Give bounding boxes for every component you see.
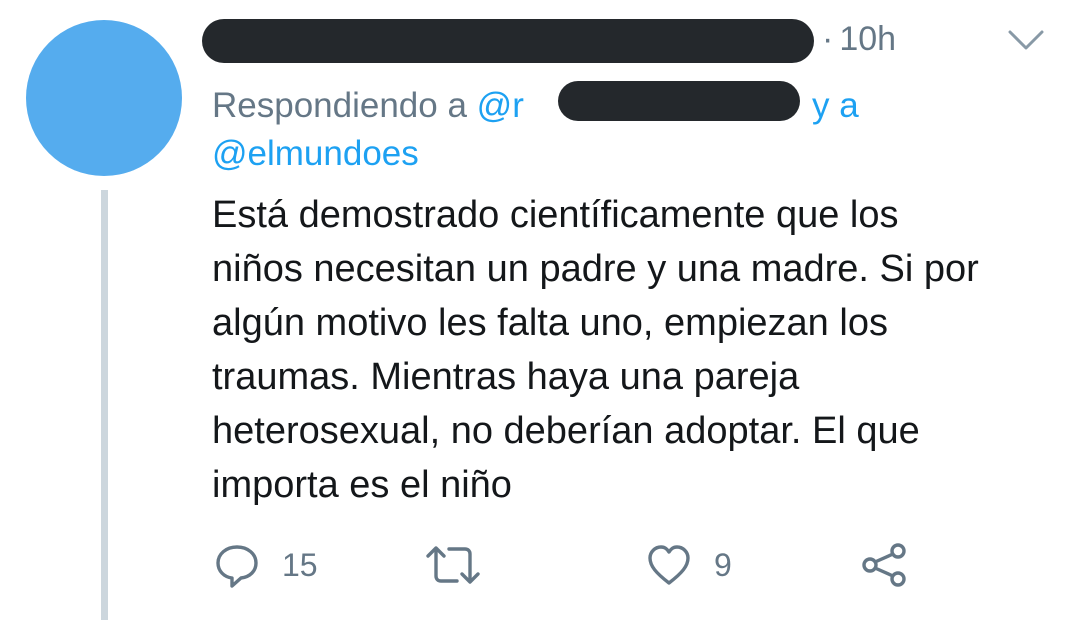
reply-connector: y a	[812, 86, 859, 125]
tweet-text-line: heterosexual, no deberían adoptar. El qu…	[212, 410, 920, 452]
reply-button[interactable]: 15	[214, 540, 318, 590]
heart-icon	[646, 543, 692, 587]
tweet-text-line: traumas. Mientras haya una pareja	[212, 356, 800, 398]
time-label: 10h	[839, 20, 897, 58]
reply-mention-2[interactable]: @elmundoes	[212, 128, 419, 180]
tweet-text-line: Está demostrado científicamente que los	[212, 194, 899, 236]
like-button[interactable]: 9	[646, 540, 732, 590]
reply-mention-1[interactable]: @r	[477, 86, 524, 125]
tweet-text: Está demostrado científicamente que los …	[212, 188, 1062, 512]
redacted-author-name	[202, 19, 814, 63]
redacted-handle	[558, 81, 800, 121]
retweet-icon	[424, 543, 482, 587]
replying-to-label: Respondiendo a	[212, 86, 467, 125]
share-button[interactable]	[860, 540, 910, 590]
retweet-button[interactable]	[424, 540, 482, 590]
tweet-text-line: algún motivo les falta uno, empiezan los	[212, 302, 888, 344]
tweet-text-line: importa es el niño	[212, 464, 512, 506]
replying-to: Respondiendo a @r	[212, 80, 524, 132]
tweet-timestamp[interactable]: · 10h	[822, 20, 896, 59]
reply-bubble-icon	[214, 542, 260, 588]
reply-count: 15	[282, 546, 318, 583]
share-icon	[860, 542, 910, 588]
chevron-down-icon[interactable]	[1006, 28, 1046, 52]
tweet-actions: 15 9	[0, 540, 1080, 590]
tweet-text-line: niños necesitan un padre y una madre. Si…	[212, 248, 979, 290]
like-count: 9	[714, 546, 732, 583]
time-separator: ·	[822, 20, 834, 58]
avatar[interactable]	[26, 20, 182, 176]
